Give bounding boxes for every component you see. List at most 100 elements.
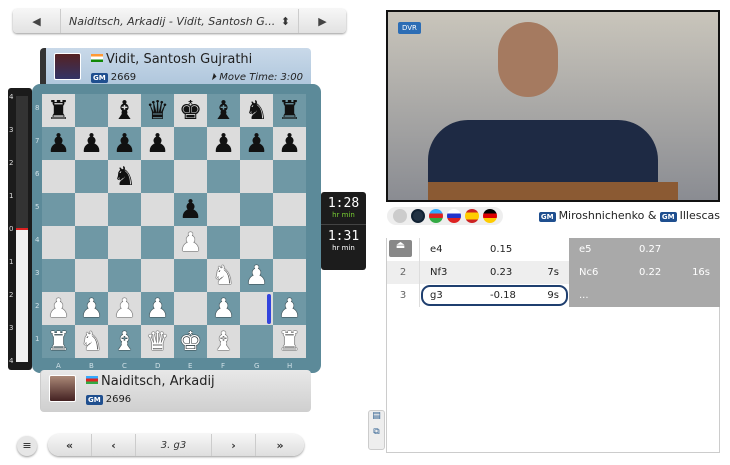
white-move[interactable]: g3 -0.18 9s [420,284,569,307]
square-c2[interactable]: ♟ [108,292,141,325]
square-e7[interactable] [174,127,207,160]
black-move[interactable]: e5 0.27 [569,238,720,261]
black-king[interactable]: ♚ [179,98,202,124]
white-pawn[interactable]: ♟ [278,296,301,322]
square-a3[interactable] [42,259,75,292]
white-move[interactable]: e4 0.15 [420,238,569,261]
black-bishop[interactable]: ♝ [113,98,136,124]
white-pawn[interactable]: ♟ [113,296,136,322]
square-h6[interactable] [273,160,306,193]
white-rook[interactable]: ♜ [47,329,70,355]
square-d5[interactable] [141,193,174,226]
white-pawn[interactable]: ♟ [80,296,103,322]
white-king[interactable]: ♚ [179,329,202,355]
prev-move-button[interactable]: ‹ [92,434,136,456]
first-move-button[interactable]: « [48,434,92,456]
black-pawn[interactable]: ♟ [80,131,103,157]
white-pawn[interactable]: ♟ [245,263,268,289]
menu-button[interactable]: ≡ [17,436,37,456]
white-pawn[interactable]: ♟ [212,296,235,322]
square-f7[interactable]: ♟ [207,127,240,160]
square-d7[interactable]: ♟ [141,127,174,160]
game-select[interactable]: Naiditsch, Arkadij - Vidit, Santosh G...… [60,9,299,33]
square-b5[interactable] [75,193,108,226]
square-g6[interactable] [240,160,273,193]
black-rook[interactable]: ♜ [47,98,70,124]
next-game-button[interactable]: ▶ [299,9,346,33]
white-pawn[interactable]: ♟ [146,296,169,322]
square-a7[interactable]: ♟ [42,127,75,160]
square-h2[interactable]: ♟ [273,292,306,325]
square-a6[interactable] [42,160,75,193]
white-pawn[interactable]: ♟ [47,296,70,322]
white-pawn[interactable]: ♟ [179,230,202,256]
black-move[interactable]: ... [569,284,720,307]
black-pawn[interactable]: ♟ [212,131,235,157]
square-b8[interactable] [75,94,108,127]
square-g1[interactable] [240,325,273,358]
square-e4[interactable]: ♟ [174,226,207,259]
square-e6[interactable] [174,160,207,193]
white-queen[interactable]: ♛ [146,329,169,355]
square-b4[interactable] [75,226,108,259]
square-d4[interactable] [141,226,174,259]
square-h3[interactable] [273,259,306,292]
video-player[interactable]: DVR [386,10,720,202]
square-f3[interactable]: ♞ [207,259,240,292]
azerbaijani-flag-icon[interactable] [429,209,443,223]
square-c8[interactable]: ♝ [108,94,141,127]
square-g3[interactable]: ♟ [240,259,273,292]
black-pawn[interactable]: ♟ [245,131,268,157]
square-f8[interactable]: ♝ [207,94,240,127]
last-move-button[interactable]: » [256,434,304,456]
black-pawn[interactable]: ♟ [47,131,70,157]
square-d1[interactable]: ♛ [141,325,174,358]
square-c7[interactable]: ♟ [108,127,141,160]
black-pawn[interactable]: ♟ [146,131,169,157]
black-pawn[interactable]: ♟ [113,131,136,157]
square-d8[interactable]: ♛ [141,94,174,127]
square-c3[interactable] [108,259,141,292]
square-b2[interactable]: ♟ [75,292,108,325]
square-d6[interactable] [141,160,174,193]
square-e5[interactable]: ♟ [174,193,207,226]
square-c4[interactable] [108,226,141,259]
square-e2[interactable] [174,292,207,325]
black-knight[interactable]: ♞ [245,98,268,124]
dvr-badge[interactable]: DVR [398,22,421,34]
square-f2[interactable]: ♟ [207,292,240,325]
english-flag-icon[interactable] [411,209,425,223]
square-b3[interactable] [75,259,108,292]
square-h7[interactable]: ♟ [273,127,306,160]
white-rook[interactable]: ♜ [278,329,301,355]
white-bishop[interactable]: ♝ [212,329,235,355]
square-a8[interactable]: ♜ [42,94,75,127]
square-b1[interactable]: ♞ [75,325,108,358]
black-rook[interactable]: ♜ [278,98,301,124]
square-g8[interactable]: ♞ [240,94,273,127]
black-knight[interactable]: ♞ [113,164,136,190]
black-bishop[interactable]: ♝ [212,98,235,124]
square-a1[interactable]: ♜ [42,325,75,358]
microphone-icon[interactable] [393,209,407,223]
square-a4[interactable] [42,226,75,259]
black-move[interactable]: Nc6 0.22 16s [569,261,720,284]
next-move-button[interactable]: › [212,434,256,456]
black-pawn[interactable]: ♟ [278,131,301,157]
layout-icon[interactable]: ▤ [369,411,384,421]
square-f6[interactable] [207,160,240,193]
white-knight[interactable]: ♞ [212,263,235,289]
square-g4[interactable] [240,226,273,259]
square-e3[interactable] [174,259,207,292]
square-g5[interactable] [240,193,273,226]
square-h8[interactable]: ♜ [273,94,306,127]
link-icon[interactable]: ⧉ [369,427,384,437]
square-a2[interactable]: ♟ [42,292,75,325]
square-a5[interactable] [42,193,75,226]
square-c6[interactable]: ♞ [108,160,141,193]
square-h4[interactable] [273,226,306,259]
square-h1[interactable]: ♜ [273,325,306,358]
square-c5[interactable] [108,193,141,226]
black-pawn[interactable]: ♟ [179,197,202,223]
square-e1[interactable]: ♚ [174,325,207,358]
